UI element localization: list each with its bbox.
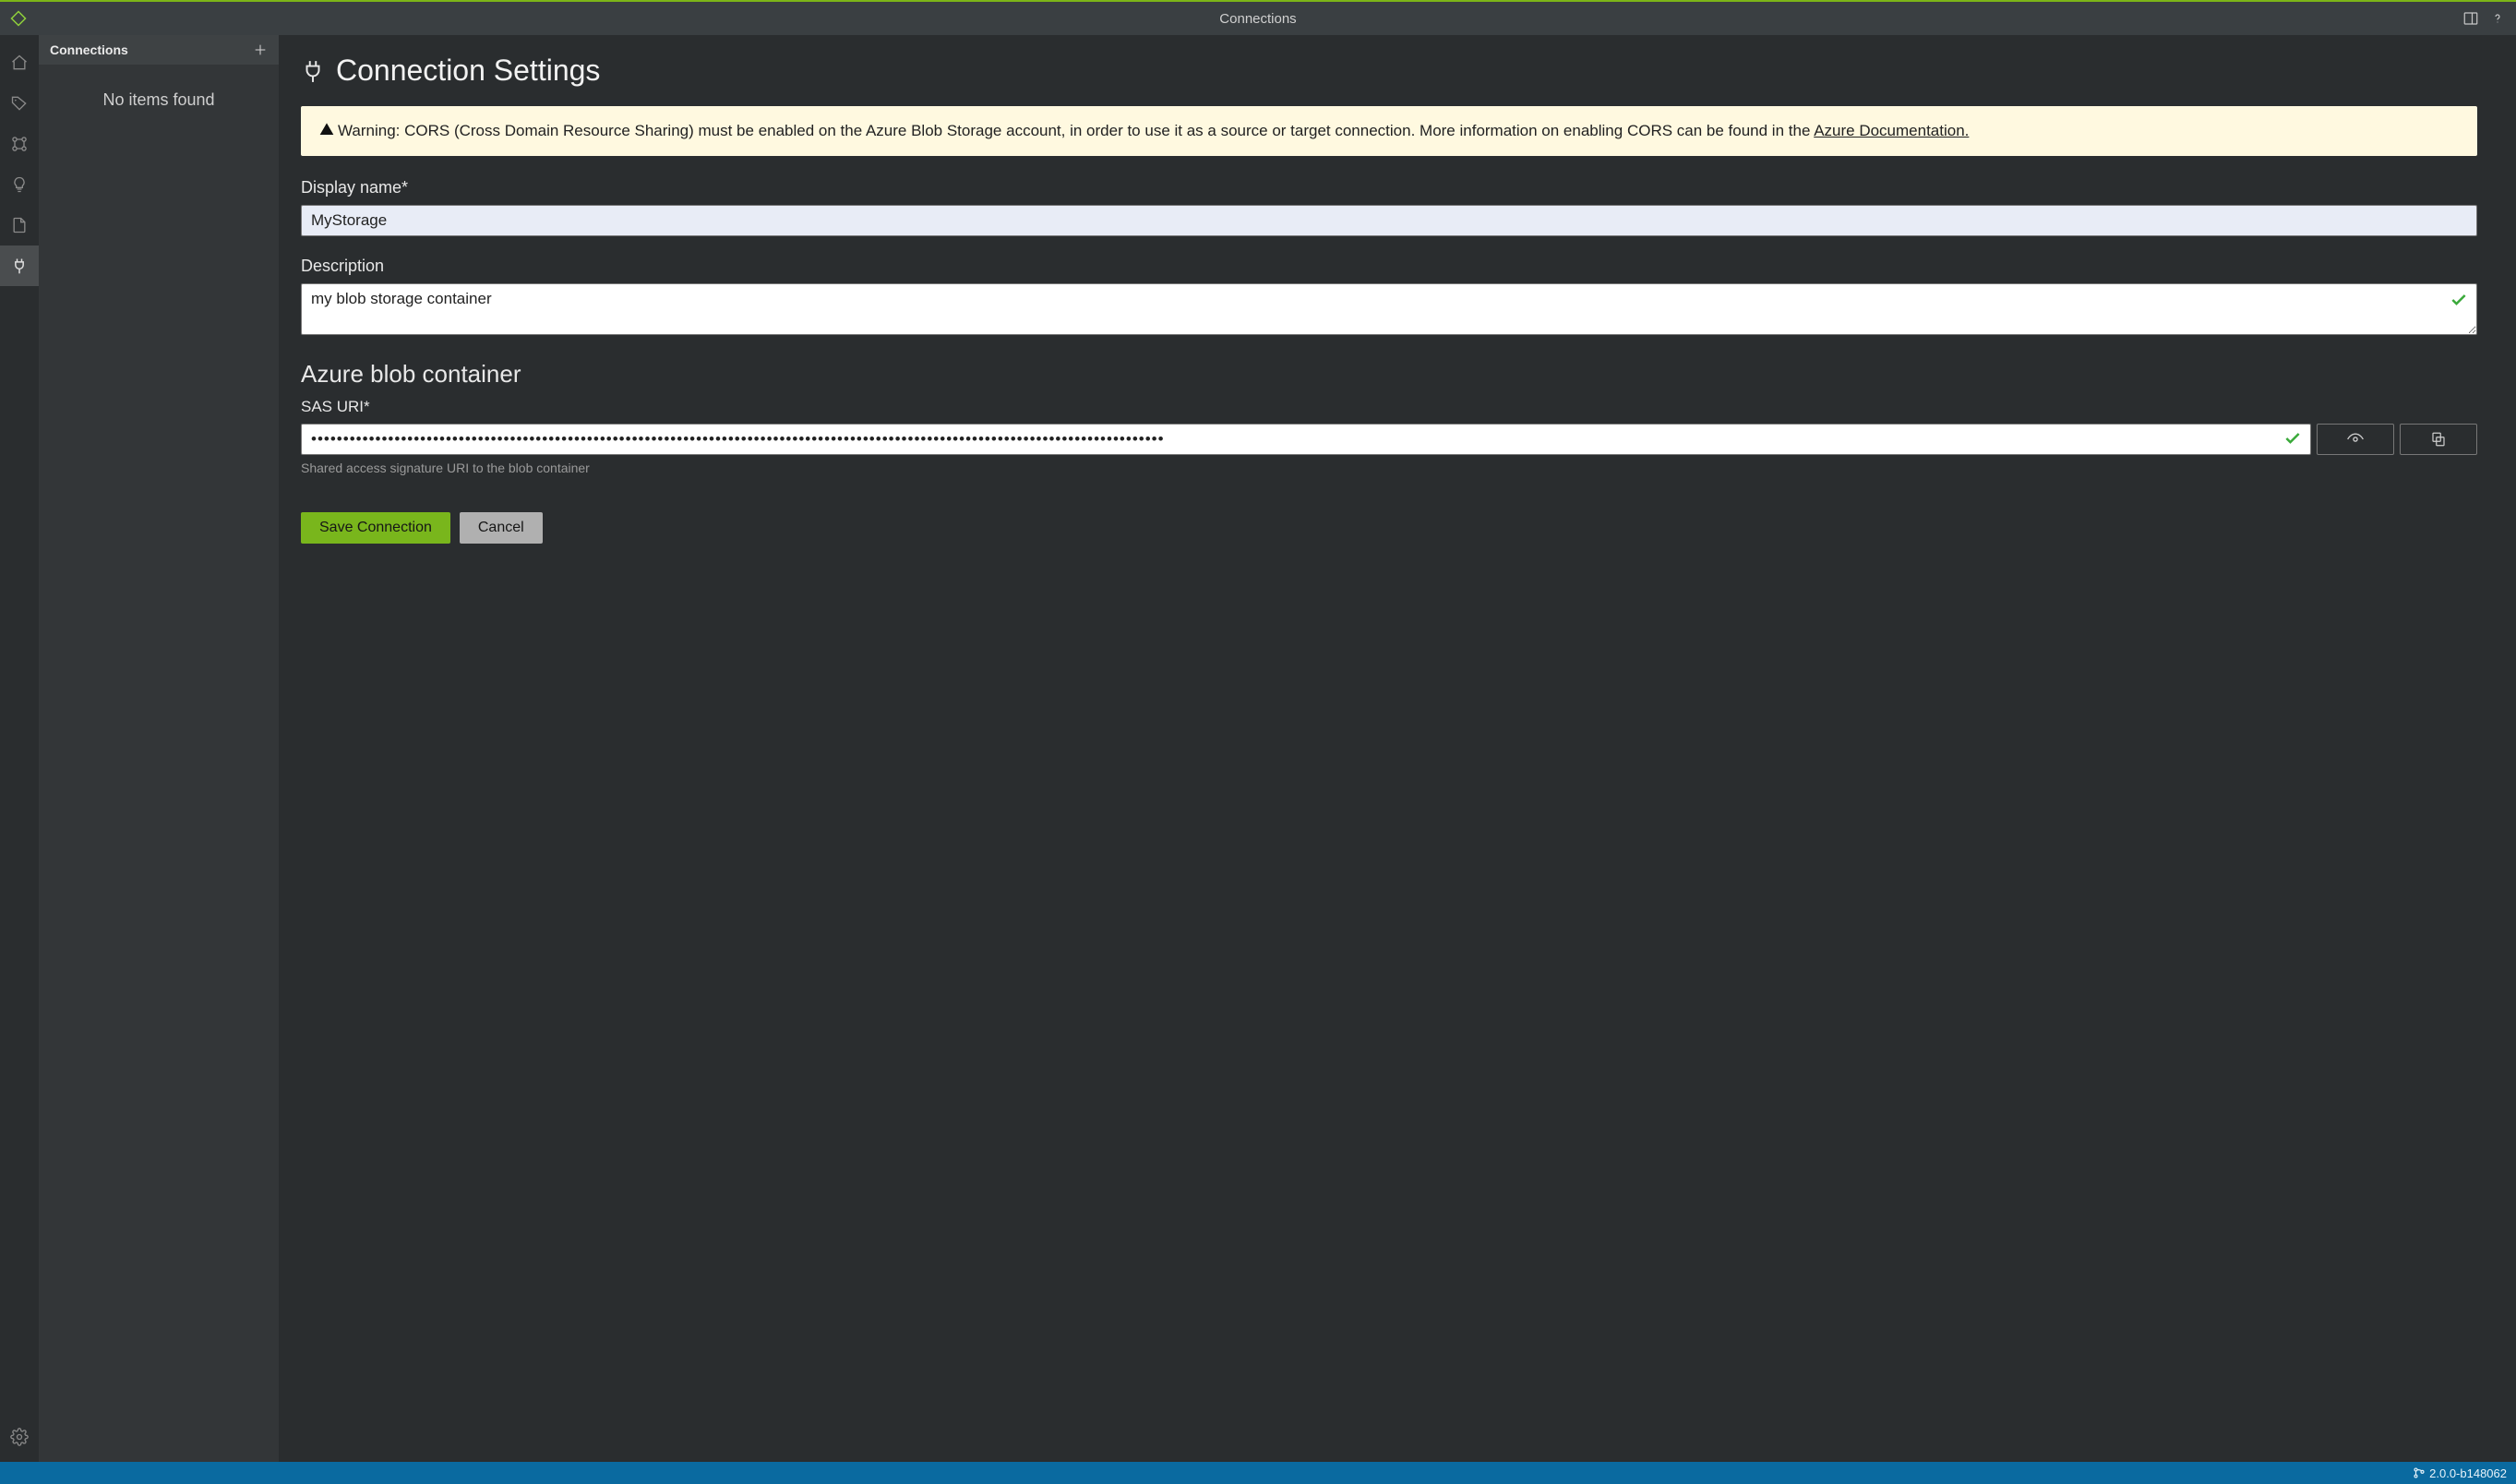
add-connection-button[interactable] <box>253 42 268 57</box>
window-title: Connections <box>0 11 2516 27</box>
panel-toggle-icon[interactable] <box>2462 10 2479 27</box>
sidebar-panel: Connections No items found <box>39 35 279 1462</box>
warning-icon <box>319 122 334 137</box>
titlebar: Connections <box>0 0 2516 35</box>
rail-nodes-icon[interactable] <box>0 124 39 164</box>
rail-lightbulb-icon[interactable] <box>0 164 39 205</box>
version-indicator[interactable]: 2.0.0-b148062 <box>2413 1466 2507 1480</box>
cors-warning: Warning: CORS (Cross Domain Resource Sha… <box>301 106 2477 156</box>
azure-section-heading: Azure blob container <box>301 360 2477 389</box>
copy-button[interactable] <box>2400 424 2477 455</box>
help-icon[interactable] <box>2490 11 2505 26</box>
toggle-visibility-button[interactable] <box>2317 424 2394 455</box>
display-name-label: Display name* <box>301 178 2477 197</box>
nav-rail <box>0 35 39 1462</box>
cancel-button[interactable]: Cancel <box>460 512 543 544</box>
app-logo-icon <box>0 10 37 27</box>
version-text: 2.0.0-b148062 <box>2429 1466 2507 1480</box>
status-bar: 2.0.0-b148062 <box>0 1462 2516 1484</box>
azure-docs-link[interactable]: Azure Documentation. <box>1814 122 1969 139</box>
rail-plug-icon[interactable] <box>0 245 39 286</box>
save-connection-button[interactable]: Save Connection <box>301 512 450 544</box>
plug-icon <box>301 59 325 83</box>
sidebar-title: Connections <box>50 42 128 57</box>
sas-uri-label: SAS URI* <box>301 398 2477 416</box>
rail-file-icon[interactable] <box>0 205 39 245</box>
display-name-input[interactable] <box>301 205 2477 236</box>
sas-uri-input[interactable] <box>301 424 2311 455</box>
description-input[interactable] <box>301 283 2477 335</box>
rail-home-icon[interactable] <box>0 42 39 83</box>
rail-settings-icon[interactable] <box>0 1421 39 1462</box>
content-panel: Connection Settings Warning: CORS (Cross… <box>279 35 2516 1462</box>
description-label: Description <box>301 257 2477 276</box>
sidebar-empty-message: No items found <box>39 65 279 1462</box>
warning-text: Warning: CORS (Cross Domain Resource Sha… <box>338 122 1814 139</box>
sas-helper-text: Shared access signature URI to the blob … <box>301 461 2477 475</box>
sidebar-header: Connections <box>39 35 279 65</box>
page-title: Connection Settings <box>336 54 600 88</box>
main-area: Connections No items found Connection Se… <box>0 35 2516 1462</box>
rail-tag-icon[interactable] <box>0 83 39 124</box>
